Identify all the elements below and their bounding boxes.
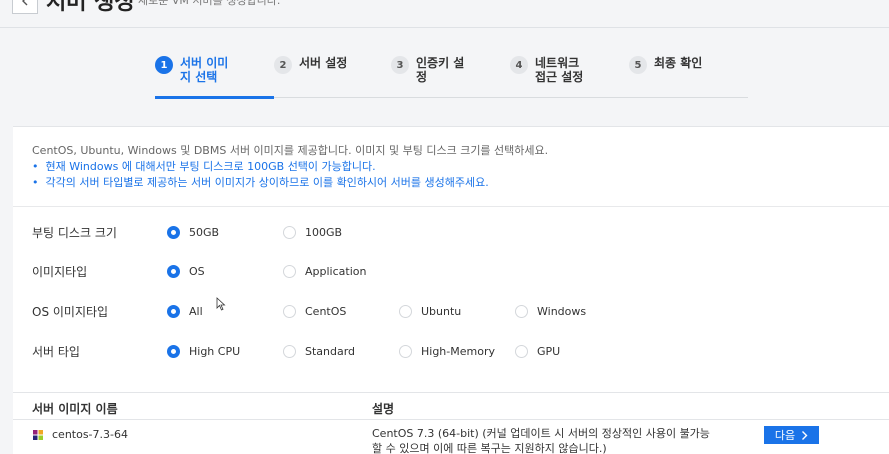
radio-ubuntu[interactable]: Ubuntu (399, 304, 461, 318)
image-table-header: 서버 이미지 이름 설명 (13, 392, 889, 420)
radio-dot (167, 225, 180, 239)
step-label: 서버 설정 (299, 56, 348, 70)
radio-centos[interactable]: CentOS (283, 304, 346, 318)
radio-gpu[interactable]: GPU (515, 344, 560, 358)
server-type-label: 서버 타입 (32, 344, 80, 359)
radio-dot (167, 304, 180, 318)
step-select-image[interactable]: 1 서버 이미지 선택 (155, 56, 236, 84)
page-title: 서버 생성 (46, 0, 135, 15)
radio-os[interactable]: OS (167, 264, 205, 278)
radio-windows[interactable]: Windows (515, 304, 586, 318)
radio-standard[interactable]: Standard (283, 344, 355, 358)
wizard-steps: 1 서버 이미지 선택 2 서버 설정 3 인증키 설정 4 네트워크 접근 설… (155, 54, 748, 99)
image-type-row: 이미지타입 OS Application (32, 261, 882, 281)
radio-dot (283, 304, 296, 318)
column-header-name: 서버 이미지 이름 (32, 402, 118, 416)
next-button[interactable]: 다음 (764, 426, 819, 444)
image-name-cell: centos-7.3-64 (32, 428, 128, 441)
column-header-desc: 설명 (372, 402, 395, 416)
radio-dot (167, 264, 180, 278)
os-image-type-label: OS 이미지타입 (32, 304, 109, 319)
image-type-label: 이미지타입 (32, 264, 88, 279)
radio-dot (283, 344, 296, 358)
active-step-indicator (155, 96, 274, 99)
step-label: 인증키 설정 (416, 56, 465, 84)
image-name: centos-7.3-64 (52, 428, 128, 441)
chevron-left-icon (22, 0, 28, 6)
page-header: 서버 생성 새로운 VM 서버를 생성합니다. (0, 0, 889, 28)
radio-all[interactable]: All (167, 304, 203, 318)
radio-100gb[interactable]: 100GB (283, 225, 342, 239)
step-number: 2 (274, 56, 292, 74)
step-auth-key[interactable]: 3 인증키 설정 (391, 56, 474, 84)
step-network-access[interactable]: 4 네트워크 접근 설정 (510, 56, 591, 84)
boot-disk-label: 부팅 디스크 크기 (32, 225, 117, 240)
centos-icon (33, 429, 43, 440)
step-label: 서버 이미지 선택 (180, 56, 229, 84)
next-button-label: 다음 (774, 430, 796, 442)
radio-dot (283, 225, 296, 239)
step-number: 4 (510, 56, 528, 74)
radio-application[interactable]: Application (283, 264, 366, 278)
chevron-right-icon (802, 430, 808, 440)
step-server-settings[interactable]: 2 서버 설정 (274, 56, 369, 74)
description-bullet: • 현재 Windows 에 대해서만 부팅 디스크로 100GB 선택이 가능… (32, 160, 376, 173)
radio-dot (167, 344, 180, 358)
radio-high-memory[interactable]: High-Memory (399, 344, 495, 358)
table-row[interactable]: centos-7.3-64 CentOS 7.3 (64-bit) (커널 업데… (13, 420, 889, 454)
boot-disk-row: 부팅 디스크 크기 50GB 100GB (32, 222, 882, 242)
os-image-type-row: OS 이미지타입 All CentOS Ubuntu Windows (32, 301, 882, 321)
step-final-check[interactable]: 5 최종 확인 (629, 56, 724, 74)
radio-high-cpu[interactable]: High CPU (167, 344, 240, 358)
radio-dot (283, 264, 296, 278)
server-type-row: 서버 타입 High CPU Standard High-Memory GPU (32, 341, 882, 361)
image-description: CentOS 7.3 (64-bit) (커널 업데이트 시 서버의 정상적인 … (372, 427, 710, 454)
radio-dot (515, 344, 528, 358)
page-subtitle: 새로운 VM 서버를 생성합니다. (138, 0, 281, 7)
step-number: 5 (629, 56, 647, 74)
mouse-cursor-icon (216, 297, 226, 311)
radio-dot (399, 304, 412, 318)
radio-50gb[interactable]: 50GB (167, 225, 219, 239)
description-bullet: • 각각의 서버 타입별로 제공하는 서버 이미지가 상이하므로 이를 확인하시… (32, 176, 489, 189)
description-text: CentOS, Ubuntu, Windows 및 DBMS 서버 이미지를 제… (32, 144, 549, 157)
step-label: 네트워크 접근 설정 (535, 56, 584, 84)
step-label: 최종 확인 (654, 56, 703, 70)
step-number: 1 (155, 56, 173, 74)
radio-dot (399, 344, 412, 358)
back-button[interactable] (12, 0, 38, 14)
step-number: 3 (391, 56, 409, 74)
radio-dot (515, 304, 528, 318)
image-selection-panel: CentOS, Ubuntu, Windows 및 DBMS 서버 이미지를 제… (13, 126, 889, 454)
description-box: CentOS, Ubuntu, Windows 및 DBMS 서버 이미지를 제… (13, 127, 889, 207)
